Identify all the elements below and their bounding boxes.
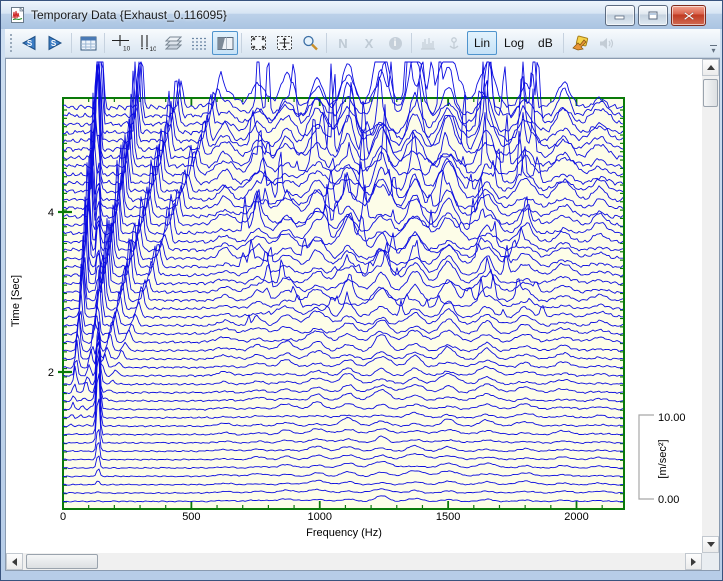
y-axis-title: Time [Sec] xyxy=(10,275,22,327)
x-tick-label: 1000 xyxy=(308,511,332,523)
next-s-button[interactable]: S xyxy=(42,31,68,55)
x-tick-label: 1500 xyxy=(436,511,460,523)
scroll-down-button[interactable] xyxy=(702,536,719,553)
toolbar: S S 10 xyxy=(5,29,720,58)
curve-n-icon: N xyxy=(338,36,347,51)
close-button[interactable] xyxy=(671,5,706,26)
probe-icon xyxy=(446,36,462,51)
restore-icon xyxy=(647,10,659,21)
waterfall-view-icon xyxy=(217,36,234,51)
dotted-lines-icon xyxy=(191,36,208,51)
legend-min-label: 0.00 xyxy=(658,494,679,506)
horizontal-scrollbar[interactable] xyxy=(6,553,702,570)
log-scale-button[interactable]: Log xyxy=(497,31,531,55)
center-arrows-icon xyxy=(276,35,293,51)
spectrum-cursor-button[interactable] xyxy=(415,31,441,55)
scroll-right-button[interactable] xyxy=(685,553,702,570)
y-tick-label: 4 xyxy=(48,207,54,219)
x-tick-label: 0 xyxy=(60,511,66,523)
speaker-icon xyxy=(598,36,614,51)
crosshair-10-icon: 10 xyxy=(112,35,130,52)
x-tick-label: 2000 xyxy=(564,511,588,523)
overlay-pages-button[interactable] xyxy=(160,31,186,55)
title-bar[interactable]: Temporary Data {Exhaust_0.116095} xyxy=(1,1,722,29)
close-icon xyxy=(683,11,695,21)
restore-button[interactable] xyxy=(638,5,668,26)
toolbar-separator xyxy=(411,33,412,53)
toolbar-separator xyxy=(104,33,105,53)
arrow-up-icon xyxy=(707,65,715,70)
zoom-center-button[interactable] xyxy=(271,31,297,55)
plot-frame-group: 2 4 0 500 1000 1500 2000 xyxy=(48,98,654,523)
waveform-document-icon xyxy=(10,7,26,23)
legend-units-label: [m/sec²] xyxy=(657,439,669,478)
db-scale-button[interactable]: dB xyxy=(531,31,560,55)
previous-s-button[interactable]: S xyxy=(16,31,42,55)
curve-x-icon: X xyxy=(365,36,374,51)
arrow-left-icon xyxy=(12,558,17,566)
client-area: 2 4 0 500 1000 1500 2000 Frequency (Hz) Time [… xyxy=(5,58,720,571)
svg-text:10: 10 xyxy=(123,45,130,52)
app-window: Temporary Data {Exhaust_0.116095} S xyxy=(0,0,723,581)
zoom-extents-button[interactable] xyxy=(245,31,271,55)
x-axis-title: Frequency (Hz) xyxy=(306,527,382,539)
plot-host: 2 4 0 500 1000 1500 2000 Frequency (Hz) Time [… xyxy=(6,59,702,553)
magnifier-icon xyxy=(302,35,319,51)
data-table-icon xyxy=(80,36,97,51)
toolbar-separator xyxy=(241,33,242,53)
minimize-button[interactable] xyxy=(605,5,635,26)
stacked-pages-icon xyxy=(165,36,182,51)
toolbar-separator xyxy=(71,33,72,53)
toolbar-grip[interactable] xyxy=(9,34,13,52)
caption-buttons xyxy=(605,5,706,26)
toolbar-separator xyxy=(326,33,327,53)
svg-text:S: S xyxy=(27,39,33,48)
curve-n-button[interactable]: N xyxy=(330,31,356,55)
toolbar-separator xyxy=(563,33,564,53)
send-to-hand-icon xyxy=(571,35,589,51)
minimize-icon xyxy=(614,11,626,20)
vertical-scroll-thumb[interactable] xyxy=(703,79,718,107)
arrow-right-icon xyxy=(691,558,696,566)
x-tick-label: 500 xyxy=(182,511,200,523)
waterfall-view-button[interactable] xyxy=(212,31,238,55)
horizontal-scroll-thumb[interactable] xyxy=(26,554,98,569)
legend-max-label: 10.00 xyxy=(658,412,686,424)
scroll-left-button[interactable] xyxy=(6,553,23,570)
info-button[interactable]: i xyxy=(382,31,408,55)
scroll-up-button[interactable] xyxy=(702,59,719,76)
vertical-scrollbar[interactable] xyxy=(702,59,719,553)
lin-scale-button[interactable]: Lin xyxy=(467,31,497,55)
triangle-left-s-icon: S xyxy=(20,35,38,51)
curve-x-button[interactable]: X xyxy=(356,31,382,55)
data-table-button[interactable] xyxy=(75,31,101,55)
send-to-button[interactable] xyxy=(567,31,593,55)
harmonic-cursor-10-icon: 10 xyxy=(138,35,156,52)
harmonic-cursor-10-button[interactable]: 10 xyxy=(134,31,160,55)
svg-text:10: 10 xyxy=(150,46,157,52)
triangle-right-s-icon: S xyxy=(46,35,64,51)
waterfall-plot[interactable]: 2 4 0 500 1000 1500 2000 Frequency (Hz) Time [… xyxy=(6,59,702,553)
probe-button[interactable] xyxy=(441,31,467,55)
y-tick-label: 2 xyxy=(48,367,54,379)
toolbar-overflow-button[interactable]: ▾ xyxy=(710,45,717,55)
scrollbar-corner xyxy=(702,553,719,570)
info-icon: i xyxy=(389,37,402,50)
arrow-down-icon xyxy=(707,542,715,547)
cursor-10-button[interactable]: 10 xyxy=(108,31,134,55)
svg-text:S: S xyxy=(51,39,57,48)
dotted-lines-view-button[interactable] xyxy=(186,31,212,55)
magnifier-button[interactable] xyxy=(297,31,323,55)
spectrum-icon xyxy=(420,36,436,51)
expand-arrows-icon xyxy=(250,35,267,51)
speaker-button[interactable] xyxy=(593,31,619,55)
window-title: Temporary Data {Exhaust_0.116095} xyxy=(31,8,227,22)
